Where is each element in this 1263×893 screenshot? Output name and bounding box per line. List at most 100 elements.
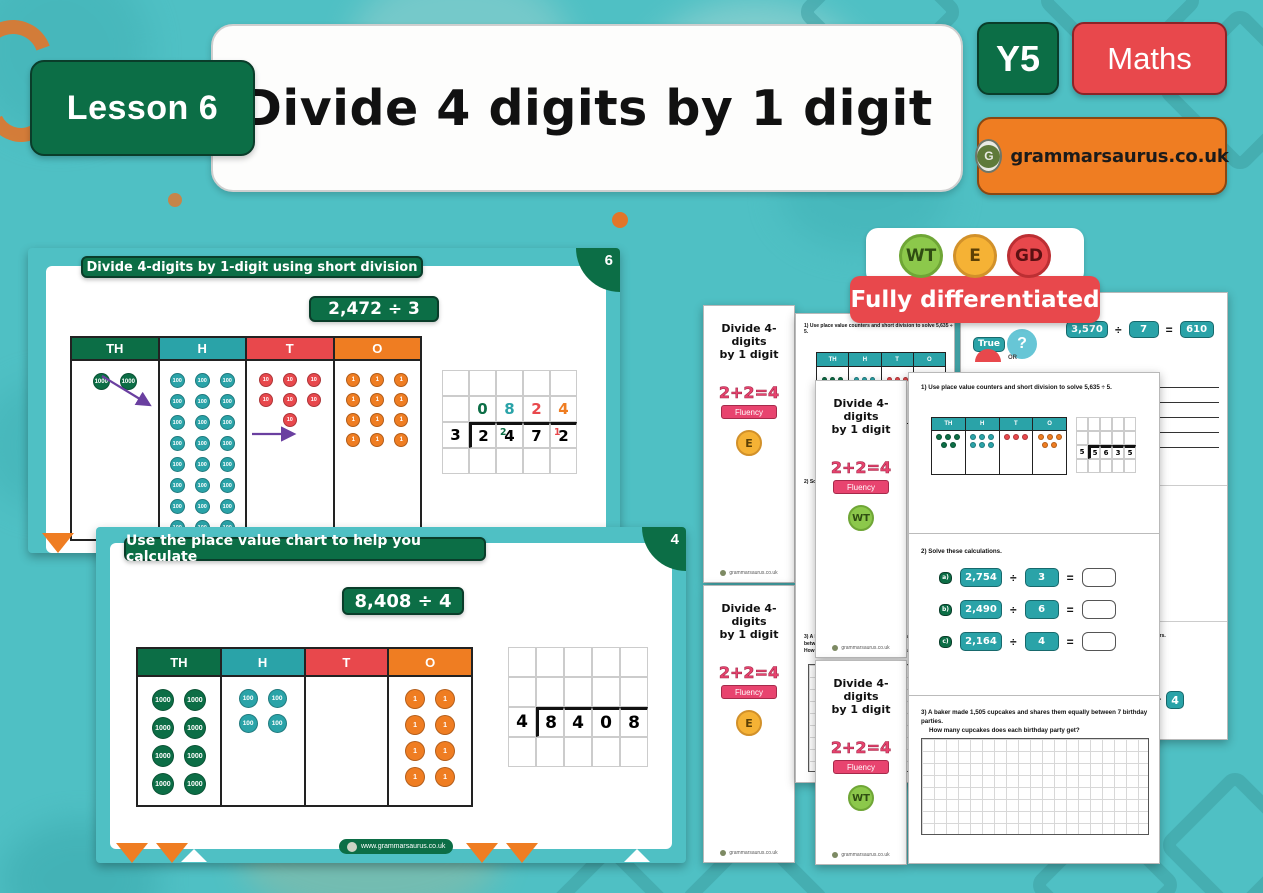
answer-box[interactable] <box>1081 568 1116 587</box>
short-division-cell[interactable] <box>508 647 536 677</box>
short-division-cell[interactable] <box>442 396 469 422</box>
slide-place-value-chart[interactable]: 4 Use the place value chart to help you … <box>96 527 686 863</box>
worksheet-title: Divide 4-digits by 1 digit <box>816 397 906 436</box>
short-division-grid-q1[interactable]: 55635 <box>1076 417 1136 473</box>
bg-dot <box>168 193 182 207</box>
answer-box[interactable] <box>1081 632 1116 651</box>
grammarsaurus-logo-icon: G <box>975 139 1003 173</box>
pv-column-t <box>306 677 390 805</box>
title-line-1: Divide 4-digits <box>721 602 777 628</box>
short-division-cell[interactable] <box>550 448 577 474</box>
counter-group-th: 1000 1000 <box>72 369 158 394</box>
short-division-cell[interactable] <box>508 737 536 767</box>
short-division-cell[interactable] <box>592 737 620 767</box>
short-division-cell[interactable] <box>592 677 620 707</box>
short-division-cell[interactable] <box>620 737 648 767</box>
short-division-cell[interactable]: 5 <box>1088 445 1100 459</box>
short-division-cell[interactable]: 8 <box>620 707 648 737</box>
year-label: Y5 <box>995 37 1041 79</box>
question-1-label: 1) Use place value counters and short di… <box>804 323 953 335</box>
short-division-cell[interactable] <box>620 677 648 707</box>
place-value-counter <box>979 442 986 448</box>
short-division-cell[interactable]: 42 <box>496 422 523 448</box>
short-division-cell[interactable]: 8 <box>496 396 523 422</box>
place-value-counter: 1 <box>370 413 385 427</box>
worksheet-cover[interactable]: Divide 4-digits by 1 digit 2+2=4 Fluency… <box>703 585 795 863</box>
short-division-cell[interactable] <box>1076 431 1088 445</box>
place-value-counter: 100 <box>169 499 185 514</box>
short-division-cell[interactable]: 3 <box>442 422 469 448</box>
worksheet-cover[interactable]: Divide 4-digits by 1 digit 2+2=4 Fluency… <box>703 305 795 583</box>
short-division-cell[interactable]: 5 <box>1124 445 1136 459</box>
short-division-cell[interactable] <box>536 647 564 677</box>
pv-column-th: 1000 1000 <box>72 361 160 539</box>
short-division-cell[interactable] <box>592 647 620 677</box>
short-division-cell[interactable] <box>1088 459 1100 473</box>
short-division-cell[interactable]: 8 <box>536 707 564 737</box>
equals-sign: = <box>1165 322 1173 337</box>
section-divider <box>909 533 1159 534</box>
calculation-row: a) 2,754 ÷ 3 = <box>939 568 1154 587</box>
short-division-cell[interactable] <box>469 448 496 474</box>
short-division-cell[interactable]: 6 <box>1100 445 1112 459</box>
short-division-cell[interactable] <box>620 647 648 677</box>
short-division-cell[interactable]: 0 <box>469 396 496 422</box>
short-division-cell[interactable] <box>550 370 577 396</box>
short-division-cell[interactable]: 5 <box>1076 445 1088 459</box>
short-division-cell[interactable] <box>523 370 550 396</box>
slide-heading-text: Divide 4-digits by 1-digit using short d… <box>86 259 418 275</box>
short-division-cell[interactable] <box>1100 459 1112 473</box>
short-division-cell[interactable] <box>442 448 469 474</box>
short-division-cell[interactable] <box>1112 431 1124 445</box>
short-division-cell[interactable] <box>1076 459 1088 473</box>
short-division-cell[interactable]: 0 <box>592 707 620 737</box>
worksheet-cover[interactable]: Divide 4-digits by 1 digit 2+2=4 Fluency… <box>815 660 907 865</box>
answer-box[interactable] <box>1081 600 1116 619</box>
short-division-cell[interactable]: 4 <box>508 707 536 737</box>
fully-differentiated-badge: WT E GD Fully differentiated <box>850 228 1100 323</box>
short-division-cell[interactable] <box>1124 417 1136 431</box>
short-division-cell[interactable]: 3 <box>1112 445 1124 459</box>
short-division-cell[interactable] <box>1112 459 1124 473</box>
pv-column-h: 100 100 100 100 100 100 100 100 100 100 100 100 100 1… <box>160 361 247 539</box>
short-division-cell[interactable]: 4 <box>564 707 592 737</box>
short-division-cell[interactable] <box>1100 431 1112 445</box>
short-division-cell[interactable] <box>1088 431 1100 445</box>
short-division-cell[interactable] <box>1088 417 1100 431</box>
footer-url: www.grammarsaurus.co.uk <box>361 843 446 850</box>
place-value-counter: 100 <box>169 373 185 388</box>
short-division-cell[interactable] <box>1124 431 1136 445</box>
short-division-cell[interactable] <box>469 370 496 396</box>
short-division-cell[interactable] <box>536 737 564 767</box>
short-division-cell[interactable] <box>1124 459 1136 473</box>
pv-column-t <box>1000 431 1034 474</box>
short-division-cell[interactable] <box>496 448 523 474</box>
place-value-counter: 1000 <box>151 689 174 711</box>
short-division-cell[interactable]: 4 <box>550 396 577 422</box>
short-division-cell[interactable]: 21 <box>550 422 577 448</box>
short-division-cell[interactable]: 2 <box>523 396 550 422</box>
short-division-cell[interactable] <box>564 647 592 677</box>
pv-header-t: T <box>247 338 335 359</box>
short-division-cell[interactable] <box>1076 417 1088 431</box>
short-division-cell[interactable] <box>536 677 564 707</box>
short-division-cell[interactable] <box>564 737 592 767</box>
short-division-cell[interactable] <box>1112 417 1124 431</box>
brand-url: grammarsaurus.co.uk <box>1010 145 1229 167</box>
short-division-cell[interactable] <box>496 370 523 396</box>
short-division-cell[interactable] <box>1100 417 1112 431</box>
short-division-cell[interactable] <box>523 448 550 474</box>
worksheet-cover[interactable]: Divide 4-digits by 1 digit 2+2=4 Fluency… <box>815 380 907 658</box>
short-division-cell[interactable] <box>508 677 536 707</box>
short-division-cell[interactable] <box>564 677 592 707</box>
place-value-chart: TH H T O 1000 1000 1000 1000 1000 1000 1000 100… <box>136 647 473 807</box>
worksheet-main[interactable]: 1) Use place value counters and short di… <box>908 372 1160 864</box>
brand-badge[interactable]: G grammarsaurus.co.uk <box>975 117 1229 195</box>
worksheet-footer: grammarsaurus.co.uk <box>704 850 794 856</box>
short-division-cell[interactable]: 7 <box>523 422 550 448</box>
working-grid[interactable] <box>921 738 1149 835</box>
short-division-cell[interactable]: 2 <box>469 422 496 448</box>
counter-group-o: 111111111111 <box>335 369 421 451</box>
short-division-cell[interactable] <box>442 370 469 396</box>
slide-short-division[interactable]: 6 Divide 4-digits by 1-digit using short… <box>28 248 620 553</box>
